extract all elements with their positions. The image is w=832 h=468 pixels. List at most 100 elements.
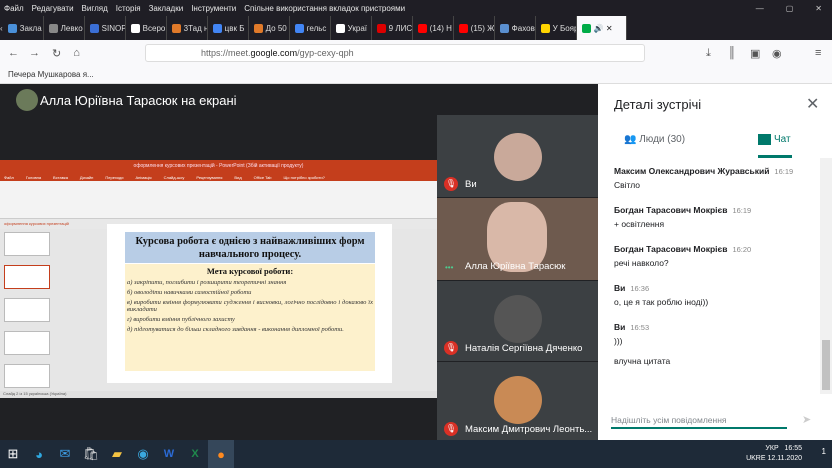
tab-label: 3Тад н [183,23,208,33]
url-bar[interactable]: https://meet. google.com/gyp-cexy-qph [145,44,645,62]
people-icon: 👥 [624,134,640,145]
shared-screen: оформлення курсових презентацій - PowerP… [0,160,437,398]
ppt-title: оформлення курсових презентацій - PowerP… [0,160,437,173]
maximize-icon[interactable]: ▢ [786,4,794,13]
slide-item: б) оволодіти навичками самостійної робот… [127,289,252,296]
tab-label: SINOP [101,23,126,33]
telegram-icon[interactable]: ◉ [130,440,156,468]
ppt-tab: Головна [25,174,42,180]
close-icon[interactable]: ✕ [806,94,819,114]
message-author: Богдан Тарасович Мокрієв [614,205,728,215]
windows-start-icon[interactable]: ⊞ [0,440,26,468]
browser-tab[interactable]: 3Тад н [167,16,208,40]
message-time: 16:19 [774,167,794,176]
favicon [7,23,17,33]
message-text: + освітлення [614,219,665,229]
chat-input[interactable]: Надішліть усім повідомлення [611,413,787,429]
menu-item[interactable]: Історія [116,4,141,13]
slide-subheading: Мета курсової роботи: [206,266,294,276]
message-header: Ви 16:53 [614,322,814,332]
browser-tab[interactable]: 9 ЛИС [372,16,413,40]
nav-toolbar: ← → ↻ ⌂ https://meet. google.com/gyp-cexy… [0,40,832,66]
ppt-tab: Вид [234,174,242,180]
back-icon[interactable]: ← [8,47,19,59]
slide-item: а) закріпити, поглибити і розширити теор… [127,279,287,286]
message-text: влучна цитата [614,356,671,366]
meet-favicon [581,23,591,33]
browser-tab[interactable]: Закла [3,16,44,40]
browser-tab[interactable]: (14) Н [413,16,454,40]
favicon [499,23,509,33]
minimize-icon[interactable]: — [756,4,764,13]
excel-icon[interactable]: X [182,440,208,468]
browser-tab[interactable]: Всеро [126,16,167,40]
menu-item[interactable]: Інструменти [191,4,236,13]
chat-message: Максим Олександрович Журавський 16:19 Світ… [614,166,814,190]
library-icon[interactable]: ║ [728,47,736,59]
tab-people[interactable]: 👥 Люди (30) [624,134,685,145]
sidebar-icon[interactable]: ▣ [750,47,760,60]
tab-chat[interactable]: Чат [758,134,791,145]
browser-tab[interactable]: До 50 [249,16,290,40]
browser-tab[interactable]: гельс [290,16,331,40]
message-text: речі навколо? [614,258,669,268]
bookmarks-bar: Печера Мушкарова я... [0,66,832,84]
notification-icon[interactable]: 1 [822,447,826,456]
tab-label: Украї [347,23,368,33]
menu-item[interactable]: Редагувати [32,4,74,13]
store-icon[interactable]: 🛍 [78,440,104,468]
chat-message: Ви 16:53))) влучна цитата [614,322,814,366]
message-time: 16:53 [630,323,650,332]
close-window-icon[interactable]: ✕ [815,4,822,13]
mic-off-icon: 🎙 [444,422,458,436]
bookmark-item[interactable]: Печера Мушкарова я... [8,70,94,79]
browser-tab[interactable]: Украї [331,16,372,40]
menu-item[interactable]: Вигляд [82,4,108,13]
home-icon[interactable]: ⌂ [73,47,80,59]
taskbar: ⊞ ◕ ✉ 🛍 ▰ ◉ W X ● УКР 16:55 UKRE 12.11.2… [0,440,832,468]
scrollbar-thumb[interactable] [822,340,830,390]
browser-tab[interactable]: SINOP [85,16,126,40]
explorer-icon[interactable]: ▰ [104,440,130,468]
mic-off-icon: 🎙 [444,177,458,191]
account-icon[interactable]: ◉ [772,47,782,60]
chat-messages: Максим Олександрович Журавський 16:19 Світ… [614,166,814,381]
tab-label: Левко [60,23,83,33]
forward-icon[interactable]: → [29,47,40,59]
avatar [16,89,38,111]
browser-tab[interactable]: цвк Б [208,16,249,40]
word-icon[interactable]: W [156,440,182,468]
message-author: Богдан Тарасович Мокрієв [614,244,728,254]
window-controls: — ▢ ✕ [756,4,832,13]
downloads-icon[interactable]: ⤓ [706,47,711,60]
reload-icon[interactable]: ↻ [52,47,61,60]
ppt-tab: Дизайн [79,174,94,180]
edge-icon[interactable]: ◕ [26,440,52,468]
menu-icon[interactable]: ≡ [815,47,821,59]
chat-message: Богдан Тарасович Мокрієв 16:20 речі навкол… [614,244,814,268]
mail-icon[interactable]: ✉ [52,440,78,468]
browser-tab[interactable]: У Бояр [536,16,577,40]
firefox-icon[interactable]: ● [208,440,234,468]
browser-tab[interactable]: Левко [44,16,85,40]
message-author: Ви [614,283,626,293]
send-icon[interactable]: ➤ [802,413,811,426]
favicon [171,23,181,33]
message-time: 16:20 [732,245,752,254]
menu-item[interactable]: Закладки [149,4,184,13]
chat-icon [758,134,771,145]
ppt-status: Слайд 2 із 15 українська (Україна) [0,391,437,398]
browser-tab-active[interactable]: 🔊 ✕ [576,16,627,40]
message-text: Світло [614,180,641,190]
tab-label: (14) Н [429,23,452,33]
chat-message: Богдан Тарасович Мокрієв 16:19 + освітленн… [614,205,814,229]
browser-tab[interactable]: (15) Ж [454,16,495,40]
browser-tab[interactable]: Фахов [495,16,536,40]
favicon [89,23,99,33]
message-time: 16:19 [732,206,752,215]
system-tray[interactable]: УКР 16:55 UKRE 12.11.2020 [746,444,802,464]
favicon [376,23,386,33]
tab-label: (15) Ж [470,23,495,33]
menu-item[interactable]: Спільне використання вкладок пристроями [244,4,405,13]
menu-item[interactable]: Файл [4,4,24,13]
